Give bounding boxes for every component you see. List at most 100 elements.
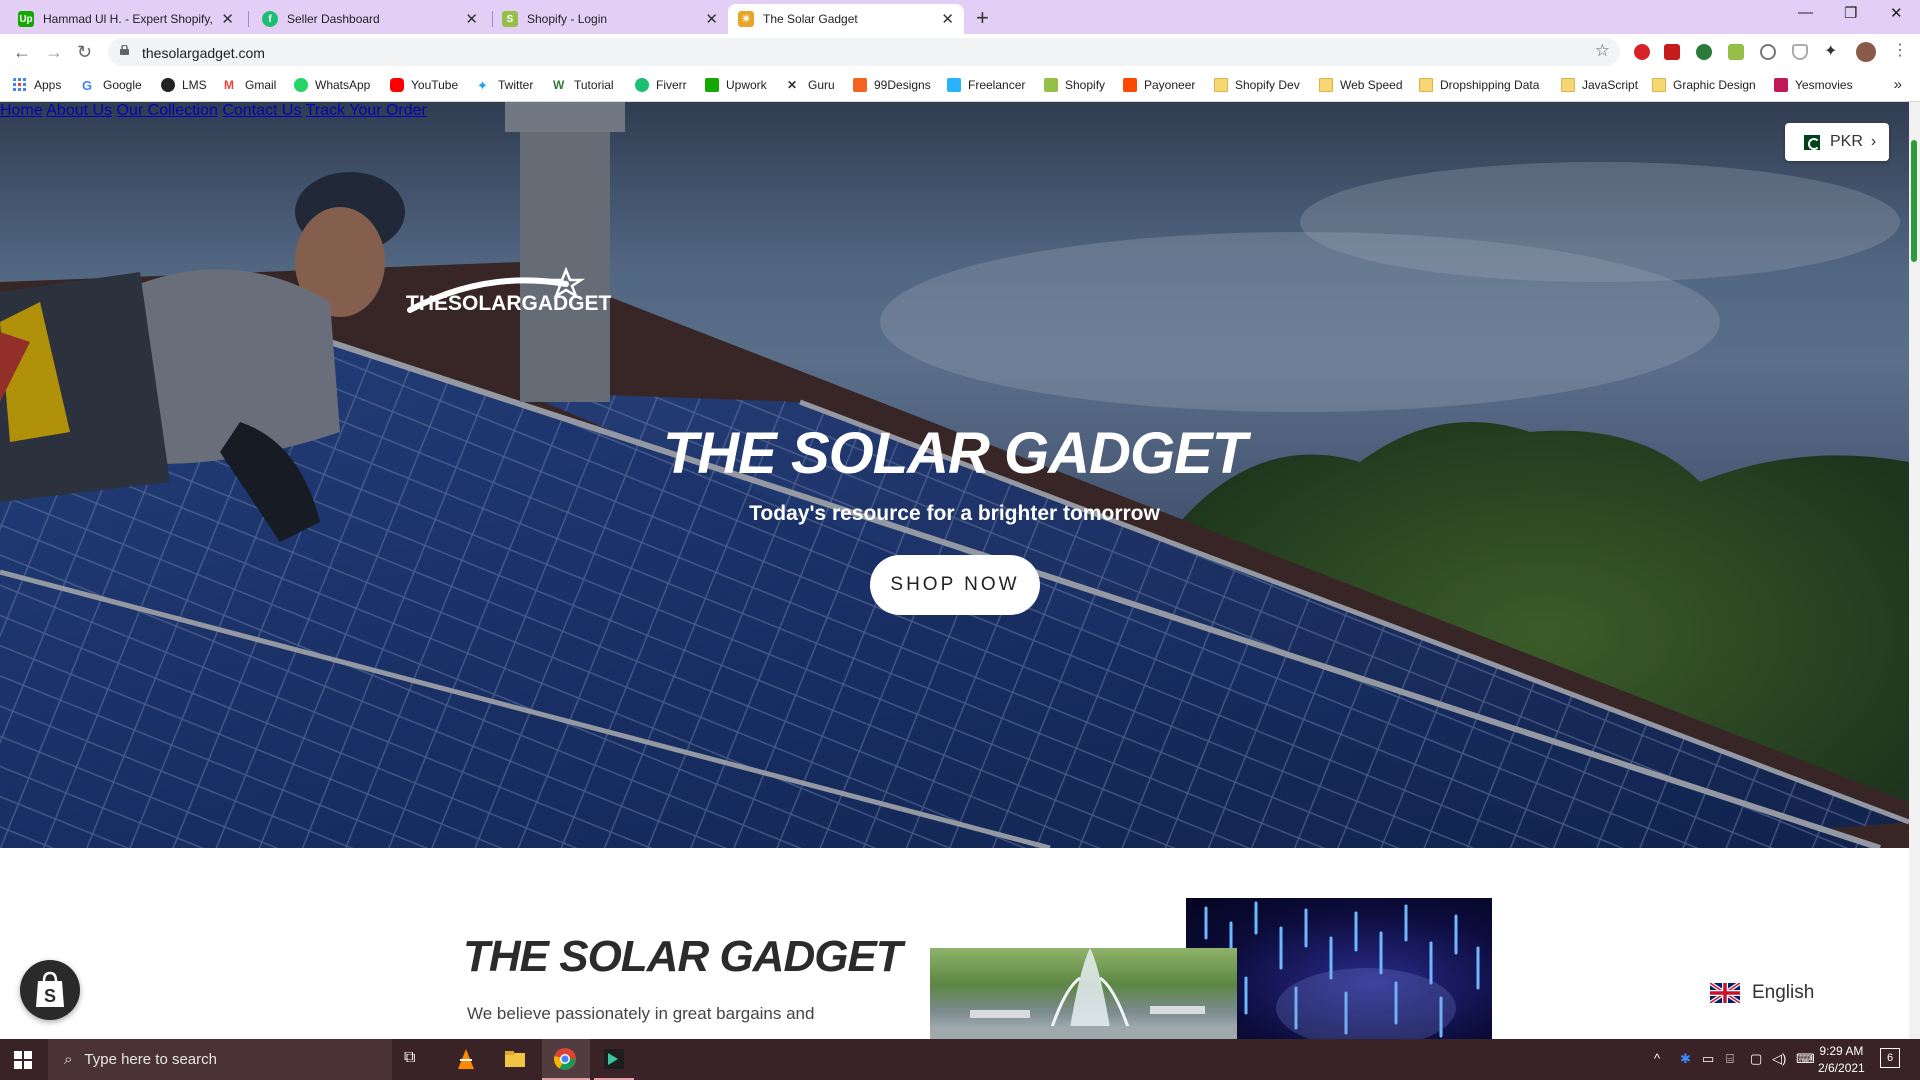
bookmark-tutorial[interactable]: W Tutorial bbox=[553, 78, 614, 92]
tab-title: Hammad Ul H. - Expert Shopify, W bbox=[43, 12, 216, 26]
language-selector[interactable]: English bbox=[1710, 982, 1814, 1004]
folder-icon bbox=[1561, 78, 1575, 92]
close-icon[interactable]: ✕ bbox=[221, 10, 234, 28]
file-explorer-icon[interactable] bbox=[503, 1047, 527, 1071]
clock-date: 2/6/2021 bbox=[1818, 1061, 1865, 1075]
network-icon[interactable]: ⌸ bbox=[1726, 1051, 1734, 1067]
logo-wordmark: THESOLARGADGET bbox=[406, 292, 612, 315]
restore-icon[interactable]: ❐ bbox=[1844, 4, 1857, 22]
guru-icon: ✕ bbox=[787, 78, 798, 92]
bookmark-apps[interactable]: Apps bbox=[13, 78, 61, 92]
bluetooth-icon[interactable]: ✱ bbox=[1680, 1051, 1691, 1067]
bookmark-label: WhatsApp bbox=[315, 78, 371, 92]
bookmark-yesmovies[interactable]: Yesmovies bbox=[1774, 78, 1853, 92]
notification-center-icon[interactable]: 6 bbox=[1880, 1048, 1900, 1068]
taskbar-search-box[interactable]: ⌕ Type here to search bbox=[48, 1039, 392, 1080]
browser-tab-active[interactable]: ☀ The Solar Gadget ✕ bbox=[728, 4, 964, 34]
shopify-chat-button[interactable]: S bbox=[20, 960, 80, 1020]
bookmark-fiverr[interactable]: Fiverr bbox=[635, 78, 687, 92]
action-icon[interactable]: ▢ bbox=[1750, 1051, 1762, 1067]
bookmark-star-icon[interactable]: ☆ bbox=[1595, 41, 1610, 61]
close-icon[interactable]: ✕ bbox=[705, 10, 718, 28]
tab-separator bbox=[248, 11, 249, 27]
reload-icon[interactable]: ↻ bbox=[77, 42, 92, 63]
currency-selector[interactable]: PKR › bbox=[1785, 123, 1889, 161]
bookmark-folder-javascript[interactable]: JavaScript bbox=[1561, 78, 1638, 92]
tray-chevron-up-icon[interactable]: ^ bbox=[1654, 1051, 1660, 1066]
vlc-icon[interactable] bbox=[454, 1047, 478, 1071]
pakistan-flag-icon bbox=[1798, 134, 1820, 150]
task-view-icon[interactable]: ⧉ bbox=[404, 1049, 428, 1073]
shopify-extension-icon[interactable] bbox=[1728, 44, 1744, 60]
back-icon[interactable]: ← bbox=[13, 42, 31, 63]
tab-title: Shopify - Login bbox=[527, 12, 608, 26]
bookmark-label: Web Speed bbox=[1340, 78, 1403, 92]
battery-icon[interactable]: ▭ bbox=[1702, 1051, 1714, 1067]
freelancer-icon bbox=[947, 78, 961, 92]
bookmark-folder-dropshipping-data[interactable]: Dropshipping Data bbox=[1419, 78, 1539, 92]
bookmark-99designs[interactable]: 99Designs bbox=[853, 78, 931, 92]
bookmark-whatsapp[interactable]: WhatsApp bbox=[294, 78, 370, 92]
bookmark-upwork[interactable]: Upwork bbox=[705, 78, 767, 92]
bookmarks-overflow-button[interactable]: » bbox=[1894, 76, 1902, 93]
bookmark-shopify[interactable]: Shopify bbox=[1044, 78, 1105, 92]
close-window-icon[interactable]: ✕ bbox=[1890, 4, 1903, 22]
puzzle-extensions-icon[interactable]: ✦ bbox=[1824, 41, 1840, 60]
forward-icon[interactable]: → bbox=[45, 42, 63, 63]
google-icon: G bbox=[82, 78, 93, 93]
svg-text:S: S bbox=[44, 986, 56, 1006]
lock-icon bbox=[120, 45, 129, 55]
address-bar[interactable]: thesolargadget.com ☆ bbox=[108, 38, 1620, 66]
bookmark-label: 99Designs bbox=[874, 78, 931, 92]
bookmark-folder-web-speed[interactable]: Web Speed bbox=[1319, 78, 1403, 92]
shield-extension-icon[interactable] bbox=[1792, 44, 1808, 60]
bookmark-freelancer[interactable]: Freelancer bbox=[947, 78, 1025, 92]
menu-kebab-icon[interactable]: ⋮ bbox=[1892, 40, 1908, 59]
bookmark-lms[interactable]: LMS bbox=[161, 78, 207, 92]
new-tab-button[interactable]: + bbox=[976, 5, 989, 31]
bookmark-twitter[interactable]: ✦ Twitter bbox=[477, 78, 533, 93]
bookmark-label: Yesmovies bbox=[1795, 78, 1853, 92]
tab-title: Seller Dashboard bbox=[287, 12, 380, 26]
scrollbar-thumb[interactable] bbox=[1911, 140, 1917, 262]
money-extension-icon[interactable] bbox=[1696, 44, 1712, 60]
pdf-extension-icon[interactable] bbox=[1664, 44, 1680, 60]
bookmark-folder-shopify-dev[interactable]: Shopify Dev bbox=[1214, 78, 1300, 92]
circle-extension-icon[interactable] bbox=[1760, 44, 1776, 60]
bookmark-gmail[interactable]: M Gmail bbox=[224, 78, 276, 92]
bookmark-folder-graphic-design[interactable]: Graphic Design bbox=[1652, 78, 1756, 92]
bookmark-guru[interactable]: ✕ Guru bbox=[787, 78, 835, 92]
bookmark-label: LMS bbox=[182, 78, 207, 92]
page-scrollbar[interactable] bbox=[1909, 102, 1920, 1039]
bookmark-label: Tutorial bbox=[574, 78, 614, 92]
bookmark-payoneer[interactable]: Payoneer bbox=[1123, 78, 1195, 92]
browser-tab[interactable]: S Shopify - Login ✕ bbox=[492, 4, 728, 34]
volume-icon[interactable]: ◁) bbox=[1772, 1051, 1786, 1067]
keyboard-icon[interactable]: ⌨ bbox=[1796, 1051, 1815, 1067]
upwork-icon: Up bbox=[18, 11, 34, 27]
fiverr-icon: f bbox=[262, 11, 278, 27]
hero-title: THE SOLAR GADGET bbox=[662, 421, 1247, 486]
shopify-icon: S bbox=[502, 11, 518, 27]
bookmark-youtube[interactable]: YouTube bbox=[390, 78, 458, 92]
bookmark-label: Payoneer bbox=[1144, 78, 1196, 92]
browser-tab[interactable]: f Seller Dashboard ✕ bbox=[252, 4, 488, 34]
shop-now-button[interactable]: SHOP NOW bbox=[870, 555, 1040, 615]
bookmark-google[interactable]: G Google bbox=[82, 78, 142, 93]
vscode-like-app-icon[interactable] bbox=[602, 1047, 626, 1071]
twitter-icon: ✦ bbox=[477, 78, 488, 93]
minimize-icon[interactable]: — bbox=[1798, 4, 1813, 21]
adblock-icon[interactable] bbox=[1634, 44, 1650, 60]
bookmarks-bar: Apps G Google LMS M Gmail WhatsApp YouTu… bbox=[0, 70, 1920, 102]
close-icon[interactable]: ✕ bbox=[941, 10, 954, 28]
language-label: English bbox=[1752, 982, 1815, 1003]
taskbar-clock[interactable]: 9:29 AM 2/6/2021 bbox=[1818, 1043, 1865, 1077]
chrome-icon[interactable] bbox=[553, 1047, 577, 1071]
windows-start-icon[interactable] bbox=[14, 1051, 32, 1069]
upwork-icon bbox=[705, 78, 719, 92]
close-icon[interactable]: ✕ bbox=[465, 10, 478, 28]
profile-avatar[interactable] bbox=[1856, 42, 1876, 62]
browser-tab[interactable]: Up Hammad Ul H. - Expert Shopify, W ✕ bbox=[8, 4, 244, 34]
folder-icon bbox=[1319, 78, 1333, 92]
bookmark-label: Dropshipping Data bbox=[1440, 78, 1540, 92]
